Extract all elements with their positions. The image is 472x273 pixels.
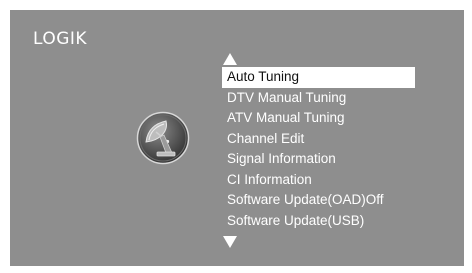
tuning-menu: Auto Tuning DTV Manual Tuning ATV Manual… — [222, 67, 415, 231]
menu-item-ci-information[interactable]: CI Information — [222, 170, 415, 191]
tv-osd-screen: LOGIK Auto Tuning DTV Manual Tuning ATV … — [10, 10, 464, 266]
scroll-down-arrow-icon[interactable] — [223, 236, 237, 248]
menu-item-software-update-usb[interactable]: Software Update(USB) — [222, 211, 415, 232]
brand-logo: LOGIK — [33, 29, 88, 49]
menu-item-channel-edit[interactable]: Channel Edit — [222, 129, 415, 150]
satellite-dish-icon — [136, 111, 190, 165]
menu-item-signal-information[interactable]: Signal Information — [222, 149, 415, 170]
menu-item-atv-manual-tuning[interactable]: ATV Manual Tuning — [222, 108, 415, 129]
scroll-up-arrow-icon[interactable] — [223, 53, 237, 65]
menu-item-software-update-oad[interactable]: Software Update(OAD)Off — [222, 190, 415, 211]
menu-item-auto-tuning[interactable]: Auto Tuning — [222, 67, 415, 88]
menu-item-dtv-manual-tuning[interactable]: DTV Manual Tuning — [222, 88, 415, 109]
